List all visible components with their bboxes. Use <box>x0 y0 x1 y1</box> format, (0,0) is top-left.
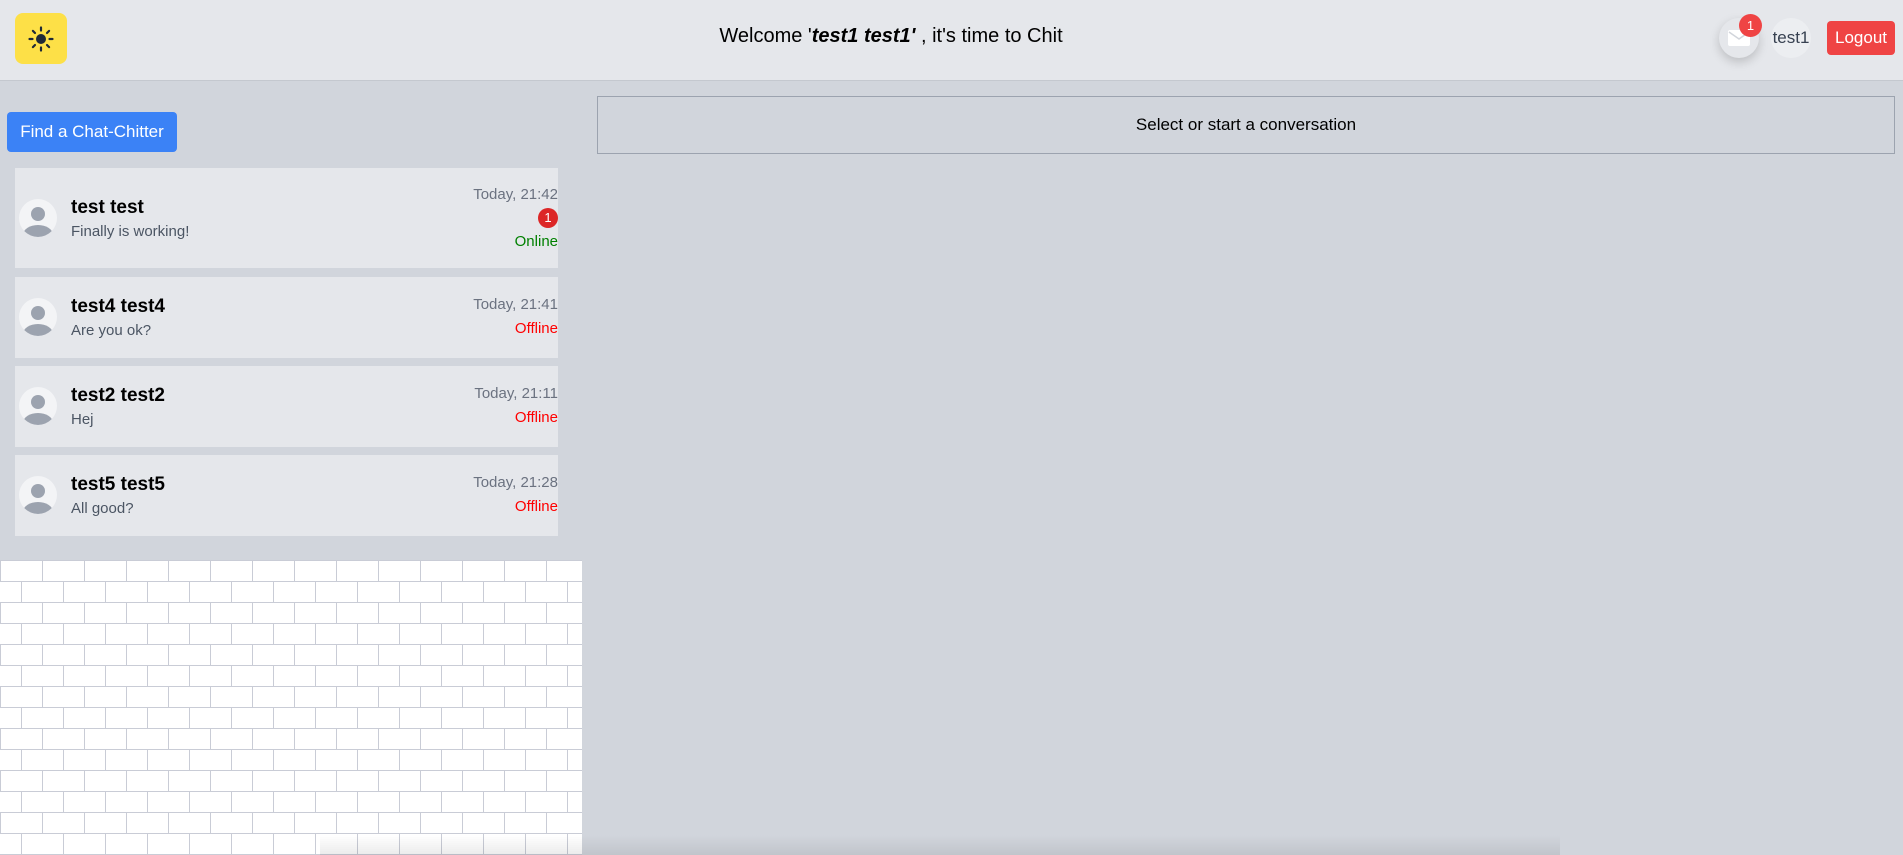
conversation-last-message: All good? <box>71 500 134 517</box>
status-label: Online <box>514 233 558 250</box>
conversation-last-message: Hej <box>71 411 94 428</box>
conversation-name: test5 test5 <box>71 474 165 495</box>
avatar <box>19 199 57 237</box>
status-label: Offline <box>514 498 558 515</box>
welcome-username: test1 test1' <box>811 25 916 47</box>
top-header: Welcome 'test1 test1' , it's time to Chi… <box>0 0 1903 81</box>
brick-wall-background <box>0 560 582 855</box>
conversation-item[interactable]: test2 test2 Hej Today, 21:11 Offline <box>15 366 558 447</box>
conversation-placeholder-text: Select or start a conversation <box>1135 115 1357 134</box>
bottom-shadow <box>320 835 1560 855</box>
conversation-placeholder-panel: Select or start a conversation <box>597 96 1895 154</box>
brick-pattern <box>0 560 582 855</box>
user-avatar-icon <box>23 395 53 425</box>
conversation-name: test2 test2 <box>71 385 165 406</box>
conversation-last-message: Are you ok? <box>71 322 152 339</box>
messages-count-badge: 1 <box>1739 14 1762 37</box>
conversation-time: Today, 21:28 <box>473 474 558 491</box>
conversation-name: test test <box>71 197 144 218</box>
conversation-item[interactable]: test5 test5 All good? Today, 21:28 Offli… <box>15 455 558 536</box>
welcome-prefix: Welcome ' <box>719 25 812 47</box>
conversation-time: Today, 21:42 <box>473 186 558 203</box>
conversation-item[interactable]: test test Finally is working! Today, 21:… <box>15 168 558 268</box>
user-avatar-icon <box>23 207 53 237</box>
conversation-time: Today, 21:41 <box>473 296 558 313</box>
conversation-item[interactable]: test4 test4 Are you ok? Today, 21:41 Off… <box>15 277 558 358</box>
status-label: Offline <box>514 320 558 337</box>
conversation-last-message: Finally is working! <box>71 223 190 240</box>
status-label: Offline <box>514 409 558 426</box>
conversation-name: test4 test4 <box>71 296 165 317</box>
avatar <box>19 298 57 336</box>
welcome-message: Welcome 'test1 test1' , it's time to Chi… <box>0 25 1782 48</box>
avatar <box>19 387 57 425</box>
user-avatar-icon <box>23 484 53 514</box>
conversation-time: Today, 21:11 <box>474 385 558 402</box>
find-chat-chitter-button[interactable]: Find a Chat-Chitter <box>7 112 177 152</box>
user-menu[interactable]: test1 <box>1771 18 1811 58</box>
user-avatar-icon <box>23 306 53 336</box>
logout-button[interactable]: Logout <box>1827 21 1895 55</box>
avatar <box>19 476 57 514</box>
welcome-suffix: , it's time to Chit <box>915 25 1063 47</box>
unread-badge: 1 <box>538 208 558 228</box>
